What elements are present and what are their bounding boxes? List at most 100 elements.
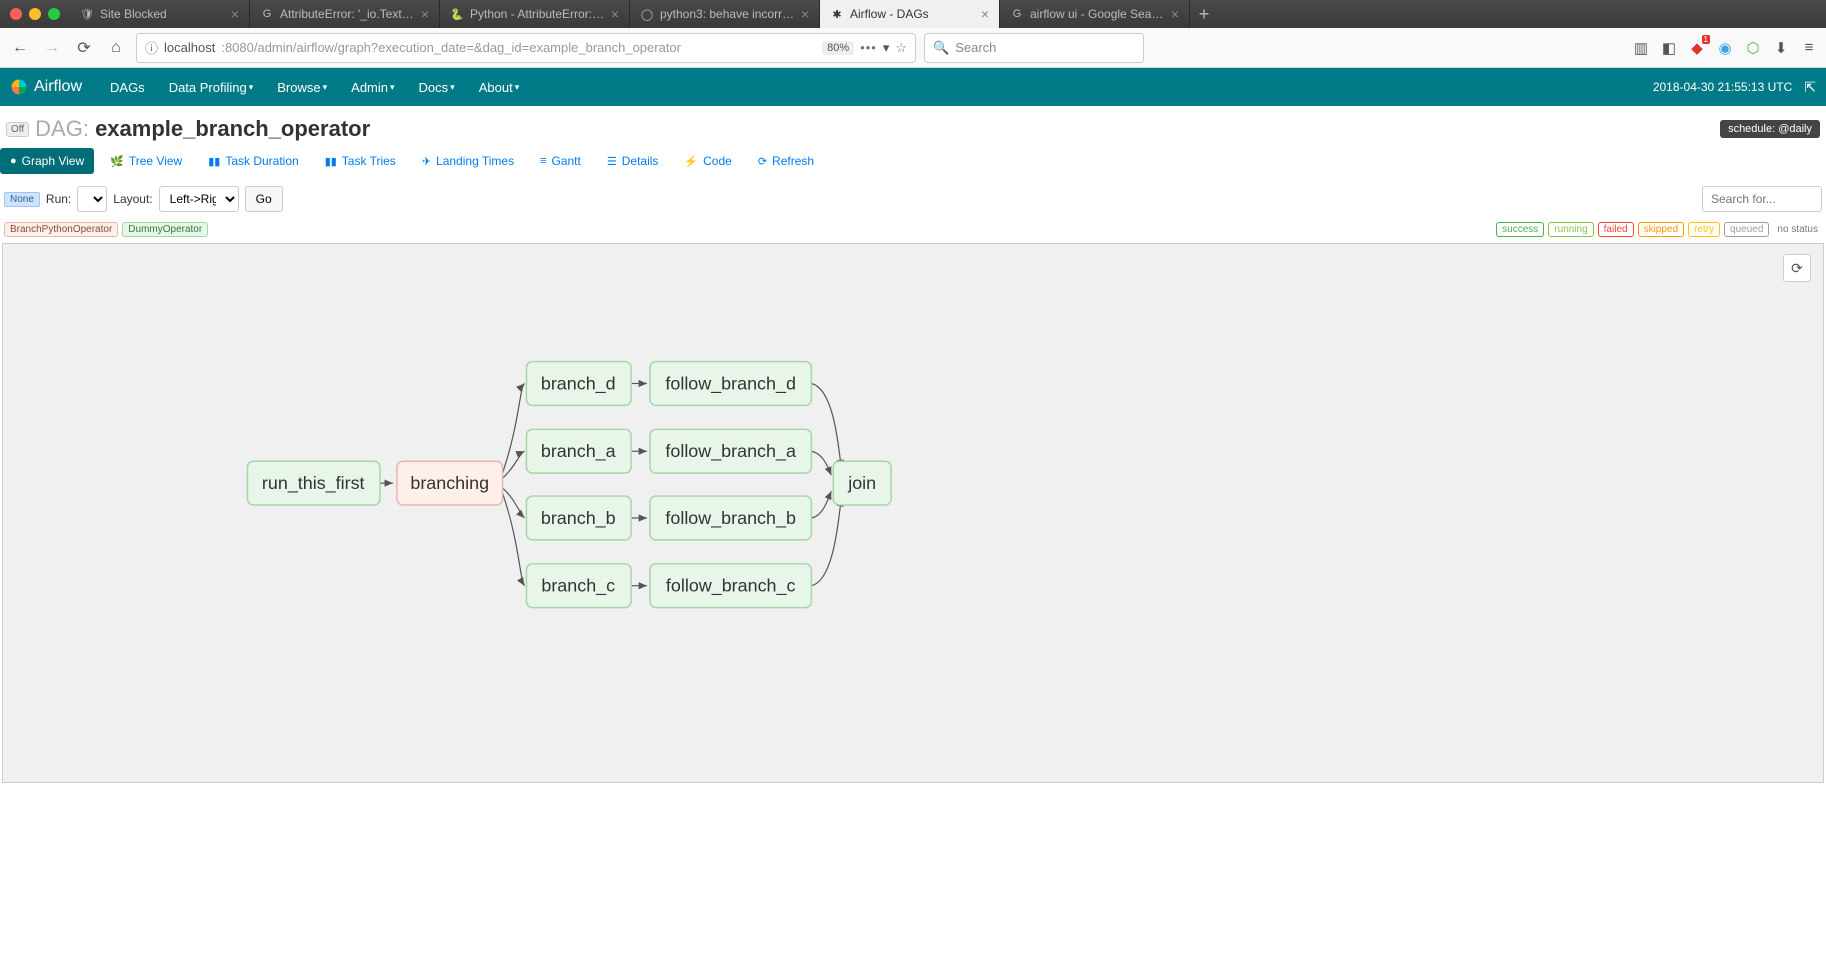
home-button[interactable]: ⌂	[104, 36, 128, 60]
legend-success[interactable]: success	[1496, 222, 1544, 237]
back-button[interactable]: ←	[8, 36, 32, 60]
close-tab-icon[interactable]: ×	[981, 6, 989, 22]
menu-about[interactable]: About▾	[469, 72, 530, 103]
maximize-window-button[interactable]	[48, 8, 60, 20]
search-for-input[interactable]	[1702, 186, 1822, 212]
tab-google-search[interactable]: G airflow ui - Google Search ×	[1000, 0, 1190, 28]
tab-task-duration[interactable]: ▮▮Task Duration	[198, 148, 308, 174]
menu-admin[interactable]: Admin▾	[341, 72, 404, 103]
layout-select[interactable]: Left->Right	[159, 186, 239, 212]
controls-row: None Run: Layout: Left->Right Go	[0, 182, 1826, 222]
landing-icon: ✈	[422, 155, 431, 168]
node-branch-c[interactable]: branch_c	[526, 564, 631, 608]
bookmark-icon[interactable]: ☆	[895, 40, 907, 56]
state-legends: success running failed skipped retry que…	[1496, 222, 1822, 237]
schedule-badge[interactable]: schedule: @daily	[1720, 120, 1820, 138]
tab-site-blocked[interactable]: 🛡 Site Blocked ×	[70, 0, 250, 28]
info-icon[interactable]: ⓘ	[145, 38, 158, 57]
node-follow-branch-c[interactable]: follow_branch_c	[650, 564, 811, 608]
google-icon: G	[1010, 7, 1024, 21]
svg-text:run_this_first: run_this_first	[262, 473, 365, 494]
details-icon: ☰	[607, 155, 617, 168]
download-icon[interactable]: ⬇	[1772, 39, 1790, 57]
legend-no-status: no status	[1773, 223, 1822, 236]
tab-graph-view[interactable]: ●Graph View	[0, 148, 94, 174]
close-tab-icon[interactable]: ×	[801, 6, 809, 22]
dag-name: example_branch_operator	[95, 116, 370, 141]
node-follow-branch-a[interactable]: follow_branch_a	[650, 429, 811, 473]
legend-skipped[interactable]: skipped	[1638, 222, 1684, 237]
close-window-button[interactable]	[10, 8, 22, 20]
legend-row: BranchPythonOperator DummyOperator succe…	[0, 222, 1826, 243]
search-bar[interactable]: 🔍 Search	[924, 33, 1144, 63]
graph-canvas[interactable]: ⟳ run_this_first branching branch_d bran…	[2, 243, 1824, 783]
zoom-level[interactable]: 80%	[822, 41, 854, 55]
search-icon: 🔍	[933, 40, 949, 56]
tab-python-attributeerror[interactable]: 🐍 Python - AttributeError: '_io.Te… ×	[440, 0, 630, 28]
url-bar[interactable]: ⓘ localhost:8080/admin/airflow/graph?exe…	[136, 33, 916, 63]
menu-icon[interactable]: ≡	[1800, 39, 1818, 57]
close-tab-icon[interactable]: ×	[421, 6, 429, 22]
node-run-this-first[interactable]: run_this_first	[247, 461, 380, 505]
more-icon[interactable]: •••	[860, 40, 877, 55]
node-join[interactable]: join	[833, 461, 891, 505]
svg-text:follow_branch_d: follow_branch_d	[665, 373, 796, 394]
legend-branch-python-operator[interactable]: BranchPythonOperator	[4, 222, 118, 237]
minimize-window-button[interactable]	[29, 8, 41, 20]
legend-failed[interactable]: failed	[1598, 222, 1634, 237]
url-host: localhost	[164, 40, 215, 55]
tab-github[interactable]: ◯ python3: behave incorrectly m… ×	[630, 0, 820, 28]
search-placeholder: Search	[955, 40, 996, 55]
tab-code[interactable]: ⚡Code	[674, 148, 741, 174]
view-tabs: ●Graph View 🌿Tree View ▮▮Task Duration ▮…	[0, 148, 1826, 182]
close-tab-icon[interactable]: ×	[611, 6, 619, 22]
node-follow-branch-d[interactable]: follow_branch_d	[650, 362, 811, 406]
node-branch-b[interactable]: branch_b	[526, 496, 631, 540]
browser-titlebar: 🛡 Site Blocked × G AttributeError: '_io.…	[0, 0, 1826, 28]
tab-landing-times[interactable]: ✈Landing Times	[412, 148, 524, 174]
go-button[interactable]: Go	[245, 186, 283, 212]
tab-attributeerror[interactable]: G AttributeError: '_io.TextIOWrap… ×	[250, 0, 440, 28]
node-branching[interactable]: branching	[397, 461, 503, 505]
new-tab-button[interactable]: +	[1190, 0, 1218, 28]
node-branch-a[interactable]: branch_a	[526, 429, 631, 473]
legend-retry[interactable]: retry	[1688, 222, 1720, 237]
airflow-menu: DAGs Data Profiling▾ Browse▾ Admin▾ Docs…	[100, 72, 529, 103]
library-icon[interactable]: ▥	[1632, 39, 1650, 57]
dag-graph-svg: run_this_first branching branch_d branch…	[3, 244, 1823, 782]
extension-icon[interactable]: ◉	[1716, 39, 1734, 57]
external-link-icon[interactable]: ⇱	[1804, 79, 1816, 96]
node-branch-d[interactable]: branch_d	[526, 362, 631, 406]
tab-airflow[interactable]: ✱ Airflow - DAGs ×	[820, 0, 1000, 28]
menu-data-profiling[interactable]: Data Profiling▾	[159, 72, 264, 103]
tab-details[interactable]: ☰Details	[597, 148, 669, 174]
dag-toggle[interactable]: Off	[6, 122, 29, 137]
tab-refresh[interactable]: ⟳Refresh	[748, 148, 824, 174]
tab-gantt[interactable]: ≡Gantt	[530, 148, 591, 174]
tab-title: python3: behave incorrectly m…	[660, 7, 795, 21]
tab-task-tries[interactable]: ▮▮Task Tries	[315, 148, 406, 174]
close-tab-icon[interactable]: ×	[1171, 6, 1179, 22]
legend-queued[interactable]: queued	[1724, 222, 1769, 237]
adblock-icon[interactable]: ◆1	[1688, 39, 1706, 57]
menu-dags[interactable]: DAGs	[100, 72, 155, 103]
airflow-brand[interactable]: Airflow	[10, 78, 82, 96]
forward-button[interactable]: →	[40, 36, 64, 60]
menu-browse[interactable]: Browse▾	[267, 72, 337, 103]
run-select[interactable]	[77, 186, 107, 212]
pocket-icon[interactable]: ▾	[883, 40, 890, 56]
legend-running[interactable]: running	[1548, 222, 1593, 237]
python-icon: 🐍	[450, 7, 464, 21]
chevron-down-icon: ▾	[450, 82, 455, 93]
legend-dummy-operator[interactable]: DummyOperator	[122, 222, 208, 237]
close-tab-icon[interactable]: ×	[231, 6, 239, 22]
tab-tree-view[interactable]: 🌿Tree View	[100, 148, 192, 174]
shield-icon[interactable]: ⬡	[1744, 39, 1762, 57]
menu-docs[interactable]: Docs▾	[409, 72, 465, 103]
reload-button[interactable]: ⟳	[72, 36, 96, 60]
sidebar-icon[interactable]: ◧	[1660, 39, 1678, 57]
node-follow-branch-b[interactable]: follow_branch_b	[650, 496, 811, 540]
svg-text:follow_branch_a: follow_branch_a	[665, 441, 796, 462]
graph-refresh-button[interactable]: ⟳	[1783, 254, 1811, 282]
base-date-none[interactable]: None	[4, 192, 40, 207]
